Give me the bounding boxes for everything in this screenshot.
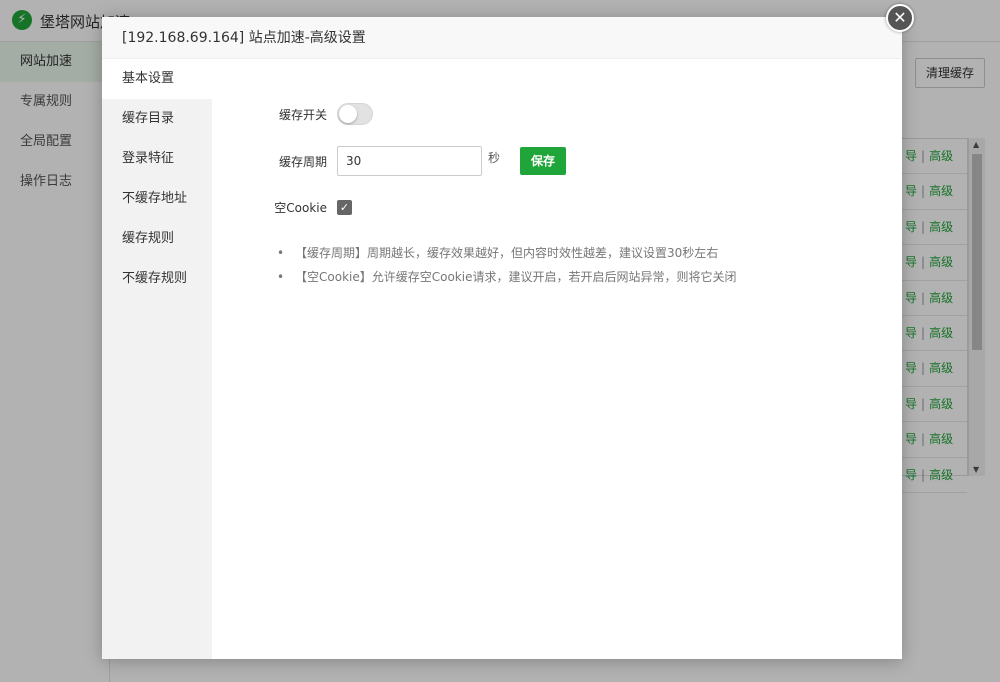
cache-period-input[interactable] — [337, 146, 482, 176]
cache-switch-row: 缓存开关 — [212, 103, 373, 125]
empty-cookie-row: 空Cookie ✓ — [212, 199, 352, 216]
cache-period-label: 缓存周期 — [278, 154, 327, 169]
cache-period-unit: 秒 — [488, 150, 501, 165]
save-button[interactable]: 保存 — [520, 147, 567, 175]
advanced-settings-modal: [192.168.69.164] 站点加速-高级设置 基本设置 缓存目录 登录特征不… — [102, 17, 902, 659]
tab-no-cache-rules[interactable]: 不缓存规则 — [102, 259, 212, 299]
tip-empty-cookie: 【空Cookie】允许缓存空Cookie请求，建议开启，若开启后网站异常，则将它… — [277, 265, 736, 289]
tip-cache-period: 【缓存周期】周期越长，缓存效果越好，但内容时效性越差，建议设置30秒左右 — [277, 241, 736, 265]
tab-basic-settings[interactable]: 基本设置 — [102, 59, 212, 99]
check-icon: ✓ — [339, 201, 350, 214]
modal-title: [192.168.69.164] 站点加速-高级设置 — [102, 17, 902, 59]
tab-no-cache-url[interactable]: 不缓存地址 — [102, 179, 212, 219]
tab-cache-rules[interactable]: 缓存规则 — [102, 219, 212, 259]
cache-switch-label: 缓存开关 — [278, 107, 327, 122]
help-tips: 【缓存周期】周期越长，缓存效果越好，但内容时效性越差，建议设置30秒左右 【空C… — [277, 241, 736, 289]
tab-cache-directory[interactable]: 缓存目录 — [102, 99, 212, 139]
tab-login-feature[interactable]: 登录特征 — [102, 139, 212, 179]
modal-content: 缓存开关 缓存周期 秒 保存 空Cookie ✓ 【缓存周期】周期越长，缓存效果… — [212, 59, 902, 659]
toggle-knob — [339, 105, 357, 123]
close-icon[interactable]: ✕ — [886, 4, 914, 32]
cache-switch-toggle[interactable] — [337, 103, 373, 125]
cache-period-row: 缓存周期 秒 保存 — [212, 146, 567, 176]
modal-nav: 基本设置 缓存目录 登录特征 不缓存地址 缓存规则 不缓存规则 — [102, 59, 212, 659]
empty-cookie-checkbox[interactable]: ✓ — [337, 200, 352, 215]
modal-body: 基本设置缓存目录登录特征不缓存地址缓存规则不缓存规则 缓存开关 缓存周期 秒 保… — [102, 59, 902, 659]
empty-cookie-label: 空Cookie — [274, 201, 327, 215]
